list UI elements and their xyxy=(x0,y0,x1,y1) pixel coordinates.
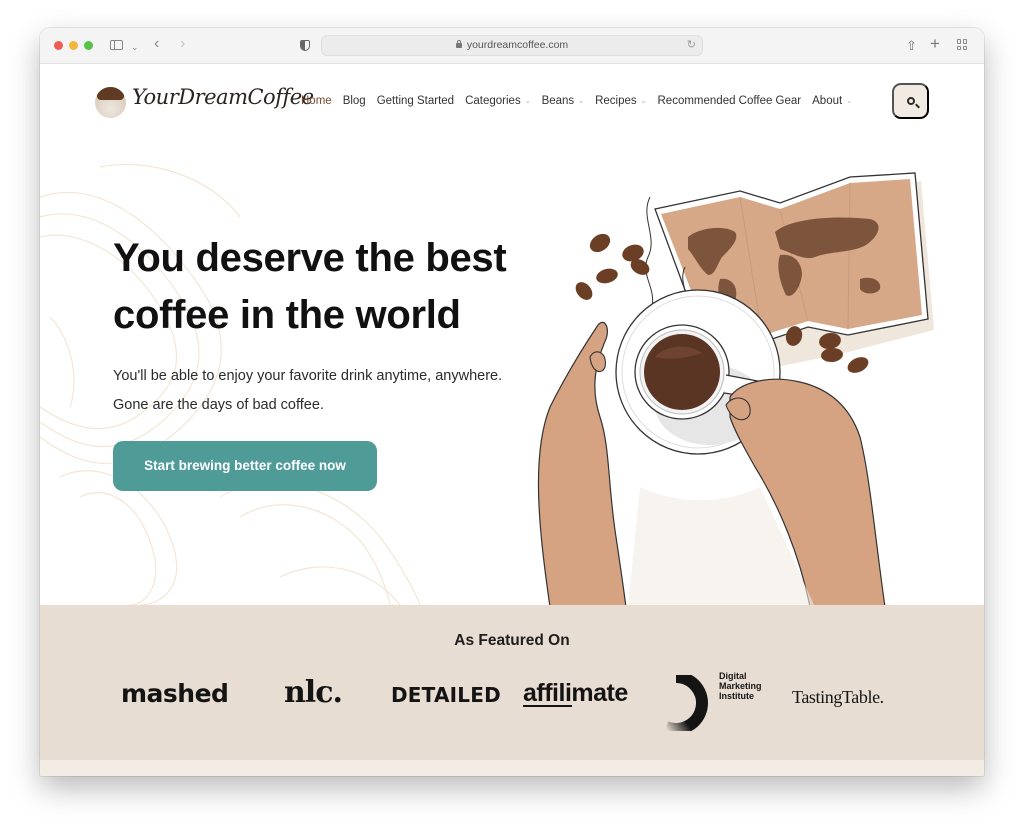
chevron-down-icon: ⌄ xyxy=(846,98,853,105)
nav-label: Recommended Coffee Gear xyxy=(657,95,802,107)
nav-label: Beans xyxy=(541,95,575,107)
dmi-logo-icon[interactable] xyxy=(662,675,712,731)
hero-section: You deserve the best coffee in the world… xyxy=(40,137,984,605)
search-button[interactable] xyxy=(892,83,929,119)
maximize-window-button[interactable] xyxy=(84,41,93,50)
browser-toolbar: ⌄ ‹ › yourdreamcoffee.com ↻ ⇧ + xyxy=(40,28,984,64)
start-brewing-button[interactable]: Start brewing better coffee now xyxy=(113,441,377,491)
nav-item-about[interactable]: About ⌄ xyxy=(812,92,852,112)
hero-title-line-2: coffee in the world xyxy=(113,293,461,337)
dmi-line: Institute xyxy=(719,691,754,701)
brand-logo-affilimate[interactable]: affilimate xyxy=(523,679,628,708)
chevron-down-icon: ⌄ xyxy=(640,98,647,105)
back-button[interactable]: ‹ xyxy=(154,34,159,54)
hero-subtitle-line-2: Gone are the days of bad coffee. xyxy=(113,397,324,413)
nav-item-recipes[interactable]: Recipes ⌄ xyxy=(595,92,646,112)
hero-title-line-1: You deserve the best xyxy=(113,236,507,280)
dmi-line: Marketing xyxy=(719,681,762,691)
nav-item-getting-started[interactable]: Getting Started xyxy=(377,92,454,112)
url-text: yourdreamcoffee.com xyxy=(466,39,569,51)
nav-item-home[interactable]: Home xyxy=(301,92,332,112)
browser-window: ⌄ ‹ › yourdreamcoffee.com ↻ ⇧ + YourDrea… xyxy=(40,28,984,776)
brand-logo-mashed[interactable]: mashed xyxy=(121,679,229,708)
brand-logo-detailed[interactable]: DETAILED xyxy=(391,683,501,707)
privacy-shield-icon[interactable] xyxy=(300,40,310,51)
nav-item-recommended-gear[interactable]: Recommended Coffee Gear xyxy=(658,92,802,112)
new-tab-button[interactable]: + xyxy=(930,34,940,54)
minimize-window-button[interactable] xyxy=(69,41,78,50)
featured-section: As Featured On mashed nlc. DETAILED affi… xyxy=(40,605,984,760)
nav-label: Home xyxy=(301,95,332,107)
search-icon-handle xyxy=(915,103,920,109)
site-header: YourDreamCoffee Home Blog Getting Starte… xyxy=(40,65,984,137)
logo-text[interactable]: YourDreamCoffee xyxy=(132,85,314,109)
brand-logo-tasting-table[interactable]: TastingTable. xyxy=(792,687,884,708)
hero-title: You deserve the best coffee in the world xyxy=(113,230,563,344)
close-window-button[interactable] xyxy=(54,41,63,50)
logo-icon[interactable] xyxy=(95,87,126,118)
chevron-down-icon: ⌄ xyxy=(524,98,531,105)
hero-subtitle: You'll be able to enjoy your favorite dr… xyxy=(113,362,573,420)
forward-button[interactable]: › xyxy=(180,34,185,54)
reload-icon[interactable]: ↻ xyxy=(687,36,696,55)
coffee xyxy=(644,334,720,410)
featured-title: As Featured On xyxy=(454,632,570,649)
address-bar[interactable]: yourdreamcoffee.com ↻ xyxy=(321,35,703,56)
nav-item-blog[interactable]: Blog xyxy=(343,92,366,112)
left-hand xyxy=(537,321,627,605)
nav-label: Recipes xyxy=(595,95,637,107)
main-nav: Home Blog Getting Started Categories ⌄ Be… xyxy=(301,92,863,112)
hero-illustration xyxy=(537,172,934,605)
hero-subtitle-line-1: You'll be able to enjoy your favorite dr… xyxy=(113,368,503,384)
lock-icon xyxy=(455,40,462,48)
nav-label: Blog xyxy=(342,95,366,107)
brand-logo-dmi[interactable]: Digital Marketing Institute xyxy=(719,671,762,701)
nav-label: Getting Started xyxy=(376,95,455,107)
brand-logo-nlc[interactable]: nlc. xyxy=(284,675,343,710)
tab-overview-icon[interactable] xyxy=(957,39,968,50)
nav-label: About xyxy=(812,95,843,107)
chevron-down-icon: ⌄ xyxy=(578,98,585,105)
dmi-line: Digital xyxy=(719,671,747,681)
sidebar-icon[interactable] xyxy=(110,40,123,50)
share-icon[interactable]: ⇧ xyxy=(906,36,917,56)
nav-item-categories[interactable]: Categories ⌄ xyxy=(465,92,531,112)
nav-item-beans[interactable]: Beans ⌄ xyxy=(542,92,584,112)
steam xyxy=(645,196,654,308)
nav-label: Categories xyxy=(465,95,521,107)
chevron-down-icon[interactable]: ⌄ xyxy=(131,37,139,57)
search-icon xyxy=(907,97,915,105)
next-section-edge xyxy=(40,760,984,776)
